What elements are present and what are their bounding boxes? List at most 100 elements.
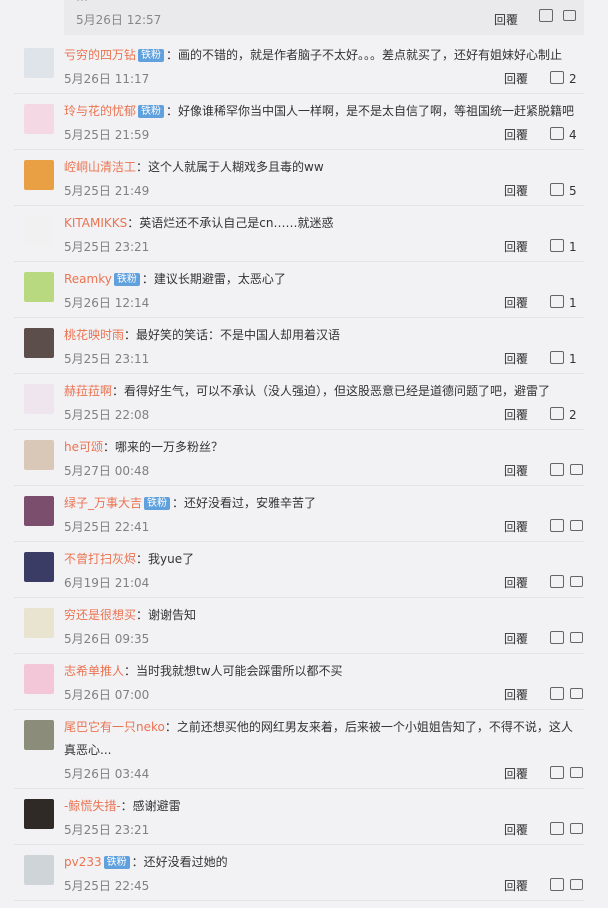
username-link[interactable]: 不曾打扫灰烬: [64, 552, 136, 566]
comment-icon[interactable]: [570, 576, 583, 587]
fan-badge: 铁粉: [138, 105, 165, 118]
comment-line: 穷还是很想买：谢谢告知: [64, 604, 584, 627]
like-count: 1: [569, 240, 577, 254]
comment-icon[interactable]: [570, 823, 583, 834]
comment-line: 桃花映时雨：最好笑的笑话：不是中国人却用着汉语: [64, 324, 584, 347]
comment-icon[interactable]: [570, 767, 583, 778]
username-link[interactable]: 崆峒山清洁工: [64, 160, 136, 174]
comment-feed: … 5月26日 12:57 回覆 亏穷的四万钻铁粉：画的不错的，就是作者脑子不太…: [0, 0, 608, 908]
username-link[interactable]: 志希单推人: [64, 664, 124, 678]
reply-button[interactable]: 回覆: [504, 572, 550, 595]
comment-item: KITAMIKKS：英语烂还不承认自己是cn……就迷惑 5月25日 23:21 回覆…: [14, 206, 584, 262]
avatar[interactable]: [24, 799, 54, 829]
comment-icon[interactable]: [570, 879, 583, 890]
username-link[interactable]: 亏穷的四万钻: [64, 48, 136, 62]
username-link[interactable]: 绿子_万事大吉: [64, 496, 142, 510]
avatar[interactable]: [24, 104, 54, 134]
avatar[interactable]: [24, 552, 54, 582]
username-link[interactable]: he可颂: [64, 440, 103, 454]
like-button[interactable]: 2: [550, 68, 584, 91]
like-button[interactable]: 2: [550, 404, 584, 427]
like-button[interactable]: [550, 460, 584, 483]
comment-actions: 回覆 5: [504, 180, 584, 203]
comment-line: 不曾打扫灰烬：我yue了: [64, 548, 584, 571]
avatar[interactable]: [24, 160, 54, 190]
avatar[interactable]: [24, 328, 54, 358]
comment-actions: 回覆 2: [504, 404, 584, 427]
comment-list: 亏穷的四万钻 铁粉 ：画的不错的，就是作者脑子不太好。。。差点就买了，还好有姐妹好心…: [0, 38, 608, 901]
avatar[interactable]: [24, 384, 54, 414]
username-link[interactable]: 赫菈菈啊: [64, 384, 112, 398]
avatar[interactable]: [24, 664, 54, 694]
like-button[interactable]: [550, 684, 584, 707]
thumbs-up-icon: [550, 127, 564, 140]
like-button[interactable]: [550, 572, 584, 595]
like-button[interactable]: [550, 628, 584, 651]
partial-reply-button[interactable]: 回覆: [494, 11, 540, 28]
comment-actions: 回覆 1: [504, 348, 584, 371]
comment-icon[interactable]: [570, 520, 583, 531]
reply-button[interactable]: 回覆: [504, 628, 550, 651]
comment-actions: 回覆 2: [504, 68, 584, 91]
reply-button[interactable]: 回覆: [504, 292, 550, 315]
username-link[interactable]: 尾巴它有一只neko: [64, 720, 165, 734]
reply-button[interactable]: 回覆: [504, 875, 550, 898]
reply-button[interactable]: 回覆: [504, 68, 550, 91]
comment-icon[interactable]: [570, 632, 583, 643]
fan-badge: 铁粉: [103, 856, 130, 869]
comment-icon[interactable]: [570, 688, 583, 699]
partial-like-button[interactable]: [539, 9, 576, 24]
comment-actions: 回覆: [504, 819, 584, 842]
reply-button[interactable]: 回覆: [504, 460, 550, 483]
username-link[interactable]: -鲸慌失措-: [64, 799, 121, 813]
thumbs-up-icon: [550, 878, 564, 891]
avatar[interactable]: [24, 855, 54, 885]
like-button[interactable]: 1: [550, 292, 584, 315]
comment-icon[interactable]: [562, 10, 576, 21]
reply-button[interactable]: 回覆: [504, 180, 550, 203]
avatar[interactable]: [24, 496, 54, 526]
avatar[interactable]: [24, 440, 54, 470]
comment-item: Reamky 铁粉 ：建议长期避雷，太恶心了 5月26日 12:14 回覆 1: [14, 262, 584, 318]
like-button[interactable]: [550, 875, 584, 898]
avatar[interactable]: [24, 272, 54, 302]
comment-item: 穷还是很想买：谢谢告知 5月26日 09:35 回覆: [14, 598, 584, 654]
avatar[interactable]: [24, 216, 54, 246]
comment-item: 尾巴它有一只neko：之前还想买他的网红男友来着，后来被一个小姐姐告知了，不得不…: [14, 710, 584, 789]
comment-text: ：感谢避雷: [120, 799, 181, 813]
thumbs-up-icon: [550, 71, 564, 84]
comment-icon[interactable]: [570, 464, 583, 475]
reply-button[interactable]: 回覆: [504, 684, 550, 707]
reply-button[interactable]: 回覆: [504, 404, 550, 427]
like-button[interactable]: [550, 819, 584, 842]
like-button[interactable]: [550, 763, 584, 786]
avatar[interactable]: [24, 48, 54, 78]
reply-button[interactable]: 回覆: [504, 348, 550, 371]
comment-item: pv233 铁粉 ：还好没看过她的 5月25日 22:45 回覆: [14, 845, 584, 901]
username-link[interactable]: pv233: [64, 855, 102, 869]
like-button[interactable]: 5: [550, 180, 584, 203]
avatar[interactable]: [24, 720, 54, 750]
comment-text: ：好像谁稀罕你当中国人一样啊，是不是太自信了啊，等祖国统一赶紧脱籍吧: [166, 104, 575, 118]
username-link[interactable]: Reamky: [64, 272, 112, 286]
comment-item: 桃花映时雨：最好笑的笑话：不是中国人却用着汉语 5月25日 23:11 回覆 1: [14, 318, 584, 374]
avatar[interactable]: [24, 608, 54, 638]
reply-button[interactable]: 回覆: [504, 236, 550, 259]
comment-time: 5月25日 22:41: [64, 520, 150, 534]
username-link[interactable]: KITAMIKKS: [64, 216, 127, 230]
comment-text: ：我yue了: [136, 552, 195, 566]
username-link[interactable]: 桃花映时雨: [64, 328, 124, 342]
reply-button[interactable]: 回覆: [504, 516, 550, 539]
like-button[interactable]: 4: [550, 124, 584, 147]
username-link[interactable]: 玲与花的忧郁: [64, 104, 136, 118]
thumbs-up-icon: [550, 463, 564, 476]
like-button[interactable]: 1: [550, 348, 584, 371]
like-button[interactable]: [550, 516, 584, 539]
comment-line: he可颂：哪来的一万多粉丝？: [64, 436, 584, 459]
comment-text: ：还好没看过，安雅辛苦了: [172, 496, 317, 510]
reply-button[interactable]: 回覆: [504, 819, 550, 842]
reply-button[interactable]: 回覆: [504, 124, 550, 147]
reply-button[interactable]: 回覆: [504, 763, 550, 786]
username-link[interactable]: 穷还是很想买: [64, 608, 136, 622]
like-button[interactable]: 1: [550, 236, 584, 259]
